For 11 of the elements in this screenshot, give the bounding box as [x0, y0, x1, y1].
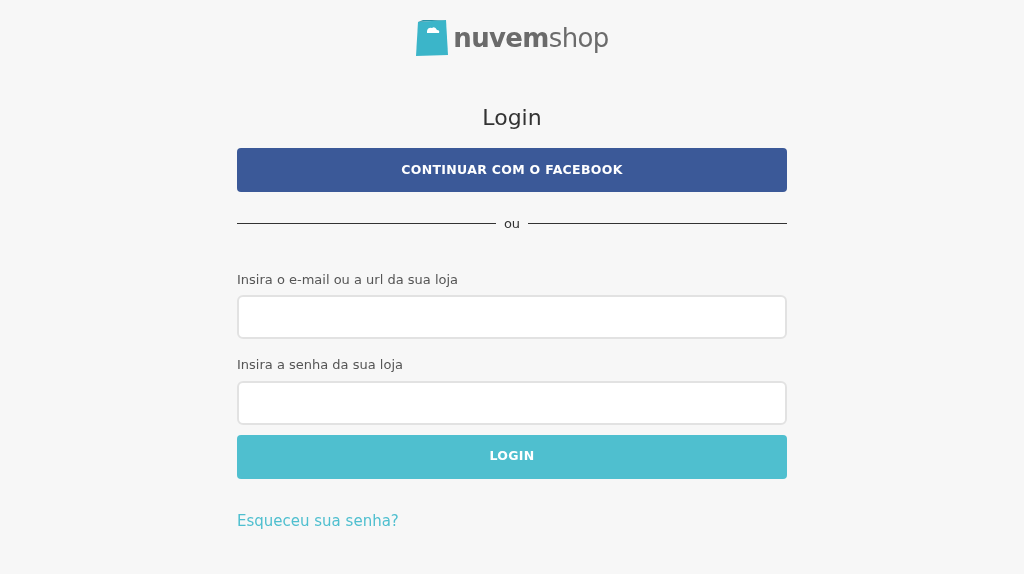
- page-title: Login: [482, 104, 542, 132]
- login-button[interactable]: LOGIN: [237, 434, 787, 479]
- input-field[interactable]: [237, 380, 787, 425]
- divider-label: ou: [503, 215, 521, 233]
- logo-wordmark: nuvemshop: [453, 21, 609, 55]
- facebook-button[interactable]: CONTINUAR COM O FACEBOOK: [237, 148, 787, 192]
- input-field[interactable]: [237, 295, 787, 339]
- field-label: Insira o e-mail ou a url da sua loja: [237, 270, 460, 289]
- shopping-bag-icon: [415, 19, 450, 57]
- field-label: Insira a senha da sua loja: [237, 356, 404, 374]
- forgot-password-link[interactable]: Esqueceu sua senha?: [237, 511, 399, 530]
